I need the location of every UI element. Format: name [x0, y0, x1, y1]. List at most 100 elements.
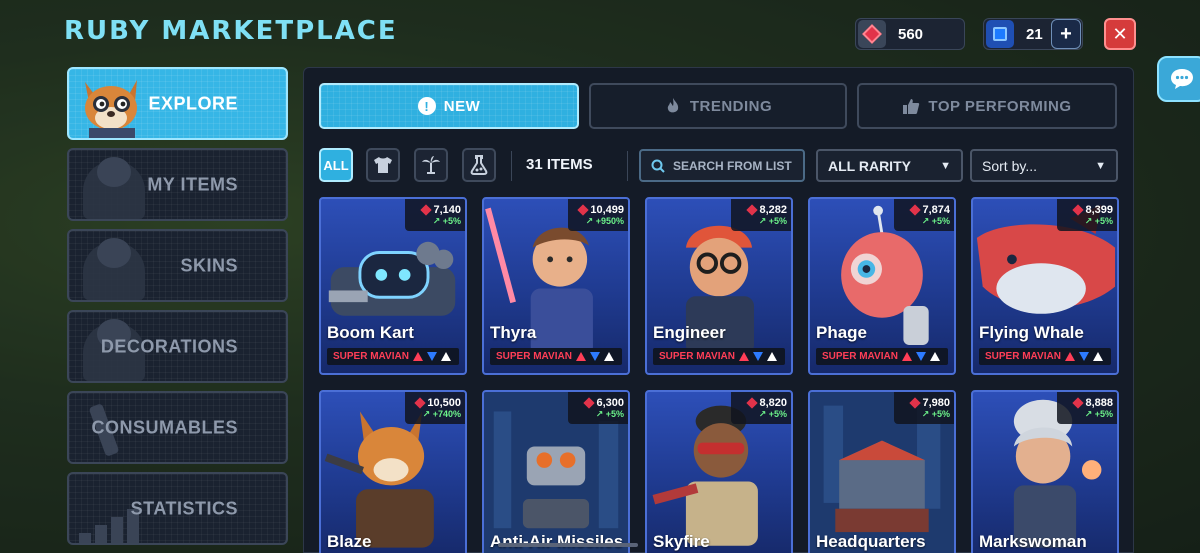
ruby-icon [909, 203, 922, 216]
scrollbar[interactable] [498, 543, 638, 547]
item-card[interactable]: 7,874 ↗ +5% Phage SUPER MAVIAN [808, 197, 956, 375]
rarity-label: SUPER MAVIAN [822, 351, 898, 362]
chat-icon [1171, 69, 1193, 89]
ruby-icon [1072, 203, 1085, 216]
sidebar-item-decorations[interactable]: DECORATIONS [67, 310, 288, 383]
add-gems-button[interactable]: + [1051, 19, 1081, 49]
rarity-label: SUPER MAVIAN [659, 351, 735, 362]
blue-triangle-icon [426, 352, 437, 361]
tab-top-performing[interactable]: TOP PERFORMING [857, 83, 1117, 129]
filter-consumables-button[interactable] [462, 148, 496, 182]
tab-new[interactable]: ! NEW [319, 83, 579, 129]
item-name: Headquarters [816, 532, 926, 551]
sidebar-item-my-items[interactable]: MY ITEMS [67, 148, 288, 221]
item-card[interactable]: 10,499 ↗ +950% Thyra SUPER MAVIAN [482, 197, 630, 375]
item-name: Anti-Air Missiles [490, 532, 624, 551]
filter-decorations-button[interactable] [414, 148, 448, 182]
blue-triangle-icon [915, 352, 926, 361]
sidebar-item-label: STATISTICS [130, 498, 238, 518]
shirt-icon [374, 157, 392, 173]
item-price: 8,282 [759, 203, 787, 216]
item-price: 10,499 [590, 203, 624, 216]
ruby-icon [1072, 396, 1085, 409]
alert-icon: ! [417, 97, 436, 115]
white-triangle-icon [440, 352, 451, 361]
close-button[interactable]: ✕ [1104, 18, 1136, 50]
item-card[interactable]: 8,820 ↗ +5% Skyfire [645, 390, 793, 553]
rarity-dropdown[interactable]: ALL RARITY ▼ [816, 149, 963, 182]
sidebar-item-statistics[interactable]: STATISTICS [67, 472, 288, 545]
sidebar-item-label: MY ITEMS [147, 174, 238, 194]
tab-label: TRENDING [689, 97, 773, 115]
palm-tree-icon [422, 156, 440, 174]
ruby-icon [746, 203, 759, 216]
rarity-badge: SUPER MAVIAN [327, 348, 459, 365]
item-card[interactable]: 7,140 ↗ +5% Boom Kart SUPER MAVIAN [319, 197, 467, 375]
price-tag: 10,499 ↗ +950% [568, 199, 628, 231]
ruby-icon [909, 396, 922, 409]
ruby-balance-value: 560 [898, 25, 924, 43]
price-change: ↗ +5% [1084, 408, 1113, 419]
item-card[interactable]: 8,888 ↗ +5% Markswoman [971, 390, 1119, 553]
price-change: ↗ +5% [921, 408, 950, 419]
filter-skins-button[interactable] [366, 148, 400, 182]
rarity-label: SUPER MAVIAN [496, 351, 572, 362]
price-tag: 7,980 ↗ +5% [894, 392, 954, 424]
sidebar-item-label: EXPLORE [148, 93, 238, 113]
flask-icon [470, 155, 488, 175]
item-name: Boom Kart [327, 323, 414, 342]
sidebar-item-label: DECORATIONS [100, 336, 238, 356]
thumbs-up-icon [903, 99, 920, 114]
item-price: 10,500 [427, 396, 461, 409]
gem-icon [986, 20, 1014, 48]
ruby-icon [746, 396, 759, 409]
price-change: ↗ +5% [758, 215, 787, 226]
price-tag: 8,888 ↗ +5% [1057, 392, 1117, 424]
ruby-balance: 560 [855, 18, 965, 50]
ruby-icon [414, 396, 427, 409]
tab-trending[interactable]: TRENDING [589, 83, 847, 129]
tab-label: TOP PERFORMING [928, 97, 1072, 115]
item-name: Flying Whale [979, 323, 1084, 342]
rarity-badge: SUPER MAVIAN [653, 348, 785, 365]
sidebar-item-explore[interactable]: EXPLORE [67, 67, 288, 140]
sort-dropdown-value: Sort by... [982, 157, 1037, 174]
item-name: Markswoman [979, 532, 1087, 551]
search-input[interactable] [673, 158, 798, 173]
gem-balance: 21 + [983, 18, 1083, 50]
red-triangle-icon [575, 352, 586, 361]
ruby-icon [577, 203, 590, 216]
item-price: 6,300 [596, 396, 624, 409]
rarity-badge: SUPER MAVIAN [979, 348, 1111, 365]
item-card[interactable]: 6,300 ↗ +5% Anti-Air Missiles [482, 390, 630, 553]
explore-dog-icon [85, 80, 137, 138]
search-field[interactable] [639, 149, 805, 182]
item-price: 7,874 [922, 203, 950, 216]
sidebar-item-skins[interactable]: SKINS [67, 229, 288, 302]
item-card[interactable]: 7,980 ↗ +5% Headquarters [808, 390, 956, 553]
sidebar-item-label: CONSUMABLES [91, 417, 238, 437]
white-triangle-icon [929, 352, 940, 361]
chevron-down-icon: ▼ [940, 159, 951, 172]
blue-triangle-icon [1078, 352, 1089, 361]
sort-dropdown[interactable]: Sort by... ▼ [970, 149, 1118, 182]
sidebar-item-label: SKINS [180, 255, 238, 275]
tab-label: NEW [443, 97, 481, 115]
rarity-label: SUPER MAVIAN [985, 351, 1061, 362]
item-card[interactable]: 10,500 ↗ +740% Blaze [319, 390, 467, 553]
item-price: 8,820 [759, 396, 787, 409]
ruby-icon [858, 20, 886, 48]
white-triangle-icon [1092, 352, 1103, 361]
price-tag: 6,300 ↗ +5% [568, 392, 628, 424]
item-name: Skyfire [653, 532, 710, 551]
blue-triangle-icon [752, 352, 763, 361]
gem-balance-value: 21 [1026, 25, 1043, 43]
item-card[interactable]: 8,399 ↗ +5% Flying Whale SUPER MAVIAN [971, 197, 1119, 375]
flame-icon [667, 98, 678, 113]
filter-all-button[interactable]: ALL [319, 148, 353, 182]
item-card[interactable]: 8,282 ↗ +5% Engineer SUPER MAVIAN [645, 197, 793, 375]
chat-button[interactable] [1157, 56, 1200, 102]
price-change: ↗ +5% [921, 215, 950, 226]
price-tag: 8,282 ↗ +5% [731, 199, 791, 231]
sidebar-item-consumables[interactable]: CONSUMABLES [67, 391, 288, 464]
